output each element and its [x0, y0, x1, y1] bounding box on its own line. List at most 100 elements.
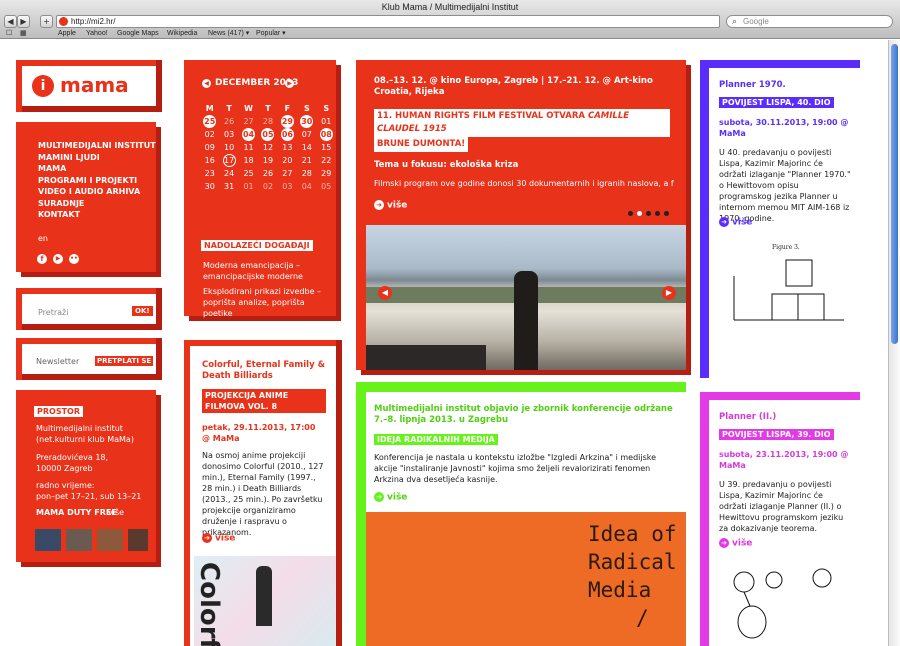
calendar-day[interactable]: 05 [258, 128, 277, 141]
search-field[interactable]: ⌕ Google [726, 15, 893, 28]
calendar-day: 13 [282, 143, 293, 152]
scrollbar[interactable] [888, 40, 900, 646]
subscribe-button[interactable]: PRETPLATI SE [95, 356, 154, 366]
radical-media-card: Multimedijalni institut objavio je zborn… [356, 382, 686, 646]
calendar-day: 25 [243, 169, 254, 178]
bookmark-apple[interactable]: Apple [58, 29, 76, 39]
anime-more-link[interactable]: ➔ više [202, 533, 235, 544]
calendar-box: ◀ DECEMBER 2013 ▶ MTWTFSS 25 26 27 28 29 30 01… [184, 60, 336, 344]
search-icon: ⌕ [732, 16, 738, 26]
add-bookmark-button[interactable]: + [40, 15, 53, 28]
upcoming-link[interactable]: Eksplodirani prikazi izvedbe – poprišta … [203, 286, 325, 319]
upcoming-link[interactable]: Moderna emancipacija – emancipacijske mo… [203, 260, 325, 282]
calendar-day[interactable]: 30 [297, 115, 316, 128]
upcoming-heading: NADOLAZEĆI DOGAĐAJI [201, 240, 313, 251]
nav-video-i-audio-arhiva[interactable]: VIDEO I AUDIO ARHIVA [38, 186, 156, 198]
main-nav: MULTIMEDIJALNI INSTITUT MAMINI LJUDI MAM… [16, 122, 156, 272]
anime-title[interactable]: Colorful, Eternal Family & Death Billiar… [202, 360, 330, 382]
planner-1970-date: subota, 30.11.2013, 19:00 @ MaMa [719, 118, 849, 138]
slider-dot[interactable] [628, 211, 633, 216]
prostor-box: PROSTOR Multimedijalni institut (net.kul… [16, 390, 156, 562]
planner-1970-text: U 40. predavanju o povijesti Lispa, Kazi… [719, 148, 851, 223]
planner-2-figure-image[interactable] [714, 560, 860, 646]
search-box: Pretraži OK! [16, 288, 162, 330]
bookmark-google-maps[interactable]: Google Maps [117, 29, 159, 39]
address-bar[interactable]: http://mi2.hr/ [56, 15, 720, 28]
youtube-icon[interactable]: ▶ [53, 254, 63, 264]
facebook-icon[interactable]: f [37, 254, 47, 264]
calendar-day: 28 [262, 117, 274, 126]
gallery-thumb-1[interactable] [35, 529, 61, 551]
prev-month-icon[interactable]: ◀ [202, 79, 211, 88]
calendar-day: 20 [282, 156, 293, 165]
search-ok-button[interactable]: OK! [132, 306, 153, 316]
calendar-day: 11 [243, 143, 254, 152]
logo-icon: i [32, 75, 54, 97]
feature-image[interactable]: ◀ ▶ [366, 225, 686, 370]
browser-chrome: Klub Mama / Multimedijalni Institut ◀ ▶ … [0, 0, 900, 39]
opening-hours: pon–pet 17–21, sub 13–21 [36, 492, 142, 501]
planner-2-title[interactable]: Planner (II.) [719, 412, 776, 422]
next-month-icon[interactable]: ▶ [285, 79, 294, 88]
window-title: Klub Mama / Multimedijalni Institut [381, 2, 519, 12]
calendar-day: 26 [262, 169, 274, 178]
weekday: S [303, 104, 310, 113]
slider-prev-icon[interactable]: ◀ [378, 286, 392, 300]
flickr-icon[interactable]: •• [69, 254, 79, 264]
feature-title-rest[interactable]: BRUNE DUMONTA! [374, 137, 469, 152]
newsletter-box: Newsletter PRETPLATI SE [16, 338, 162, 380]
slider-dots [628, 209, 669, 219]
calendar-day[interactable]: 08 [317, 128, 336, 141]
scrollbar-thumb[interactable] [891, 44, 898, 344]
slider-dot[interactable] [664, 211, 669, 216]
calendar-day[interactable]: 17 [219, 154, 238, 167]
slider-dot[interactable] [646, 211, 651, 216]
nav-mamini-ljudi[interactable]: MAMINI LJUDI [38, 152, 156, 164]
book-icon[interactable]: ☐ [6, 29, 12, 39]
feature-more-link[interactable]: ➔ više [374, 200, 407, 211]
feature-title[interactable]: 11. HUMAN RIGHTS FILM FESTIVAL OTVARA [377, 111, 588, 121]
radical-title[interactable]: Multimedijalni institut objavio je zborn… [374, 404, 674, 426]
newsletter-label: Newsletter [36, 357, 80, 366]
forward-button[interactable]: ▶ [17, 15, 30, 28]
nav-programi-i-projekti[interactable]: PROGRAMI I PROJEKTI [38, 175, 156, 187]
slider-dot-active[interactable] [637, 211, 642, 216]
calendar-day[interactable]: 04 [239, 128, 258, 141]
anime-poster-image[interactable]: Colorful [194, 556, 336, 646]
planner-1970-more-link[interactable]: ➔ više [719, 217, 752, 228]
gallery-thumb-2[interactable] [66, 529, 92, 551]
site-search-input[interactable]: Pretraži [38, 308, 68, 317]
nav-kontakt[interactable]: KONTAKT [38, 209, 156, 221]
nav-mama[interactable]: MAMA [38, 163, 156, 175]
calendar-day[interactable]: 25 [200, 115, 219, 128]
language-switch[interactable]: en [38, 234, 48, 243]
calendar-day: 03 [224, 130, 235, 139]
bookmark-wikipedia[interactable]: Wikipedia [167, 29, 197, 39]
grid-icon[interactable]: ▦ [20, 29, 27, 39]
planner-2-text: U 39. predavanju o povijesti Lispa, Kazi… [719, 480, 844, 533]
calendar-day[interactable]: 29 [278, 115, 297, 128]
bookmark-yahoo[interactable]: Yahoo! [86, 29, 108, 39]
calendar-day: 02 [204, 130, 215, 139]
slider-next-icon[interactable]: ▶ [662, 286, 676, 300]
bookmark-news[interactable]: News (417) ▾ [208, 29, 249, 39]
back-button[interactable]: ◀ [4, 15, 17, 28]
logo-box[interactable]: i mama [16, 60, 162, 112]
radical-cover-image[interactable]: Idea of Radical Media / [366, 512, 686, 646]
planner-figure-image[interactable]: Figure 3. [714, 236, 860, 378]
arrow-icon: ➔ [374, 492, 384, 502]
planner-1970-title[interactable]: Planner 1970. [719, 80, 786, 90]
slider-dot[interactable] [655, 211, 660, 216]
gallery-thumb-3[interactable] [97, 529, 123, 551]
calendar-day: 15 [321, 143, 332, 152]
planner-2-more-link[interactable]: ➔ više [719, 538, 752, 549]
gallery-thumb-4[interactable] [128, 529, 148, 551]
bookmark-popular[interactable]: Popular ▾ [256, 29, 286, 39]
calendar-day[interactable]: 06 [278, 128, 297, 141]
duty-free-link[interactable]: više [108, 508, 124, 517]
nav-suradnje[interactable]: SURADNJE [38, 198, 156, 210]
cover-line: Idea of [588, 522, 677, 546]
nav-multimedijalni-institut[interactable]: MULTIMEDIJALNI INSTITUT [38, 140, 156, 152]
blocks-diagram [733, 259, 844, 321]
radical-more-link[interactable]: ➔ više [374, 492, 407, 503]
